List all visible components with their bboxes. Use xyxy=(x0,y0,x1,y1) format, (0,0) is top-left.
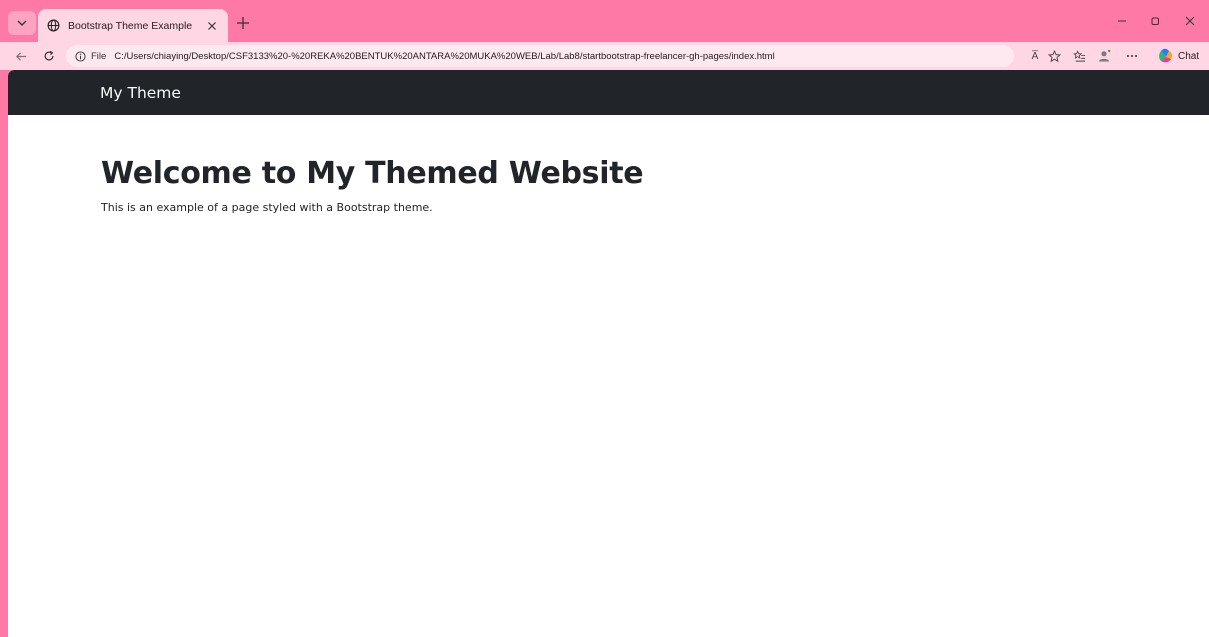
address-scheme: File xyxy=(91,50,107,62)
minimize-button[interactable] xyxy=(1114,13,1130,29)
site-navbar: My Theme xyxy=(8,70,1209,115)
browser-toolbar: File C:/Users/chiaying/Desktop/CSF3133%2… xyxy=(0,42,1209,70)
close-window-button[interactable] xyxy=(1182,13,1198,29)
tab-title: Bootstrap Theme Example xyxy=(68,19,193,32)
address-bar[interactable]: File C:/Users/chiaying/Desktop/CSF3133%2… xyxy=(66,45,1014,67)
favorites-icon[interactable] xyxy=(1071,48,1087,64)
arrow-left-icon xyxy=(15,51,26,61)
read-aloud-label: A̅ xyxy=(1031,50,1039,62)
navbar-brand[interactable]: My Theme xyxy=(100,84,181,102)
star-icon[interactable] xyxy=(1046,48,1062,64)
tab-strip: Bootstrap Theme Example xyxy=(0,0,1209,42)
restore-icon xyxy=(1151,17,1159,25)
plus-icon xyxy=(237,17,249,29)
refresh-icon xyxy=(44,50,54,61)
refresh-button[interactable] xyxy=(40,47,58,65)
tab-active[interactable]: Bootstrap Theme Example xyxy=(38,9,228,42)
globe-icon xyxy=(46,19,60,33)
copilot-chat-button[interactable]: Chat xyxy=(1157,47,1199,65)
address-url[interactable]: C:/Users/chiaying/Desktop/CSF3133%20-%20… xyxy=(114,51,774,62)
copilot-label: Chat xyxy=(1178,50,1200,62)
page-heading: Welcome to My Themed Website xyxy=(101,156,644,191)
restore-button[interactable] xyxy=(1147,13,1163,29)
chevron-down-icon xyxy=(17,20,27,26)
more-menu-icon[interactable] xyxy=(1124,48,1140,64)
page-intro-text: This is an example of a page styled with… xyxy=(101,201,433,214)
minimize-icon xyxy=(1118,20,1126,22)
info-icon[interactable] xyxy=(74,50,86,62)
new-tab-button[interactable] xyxy=(234,14,252,32)
page-viewport: My Theme Welcome to My Themed Website Th… xyxy=(8,70,1209,637)
copilot-icon xyxy=(1159,48,1173,63)
profile-avatar-icon[interactable] xyxy=(1096,48,1112,64)
close-icon xyxy=(1185,16,1195,26)
tab-actions-button[interactable] xyxy=(8,11,36,35)
read-aloud-icon[interactable]: A̅ xyxy=(1027,48,1043,64)
close-tab-icon[interactable] xyxy=(204,18,220,34)
back-button[interactable] xyxy=(12,47,30,65)
